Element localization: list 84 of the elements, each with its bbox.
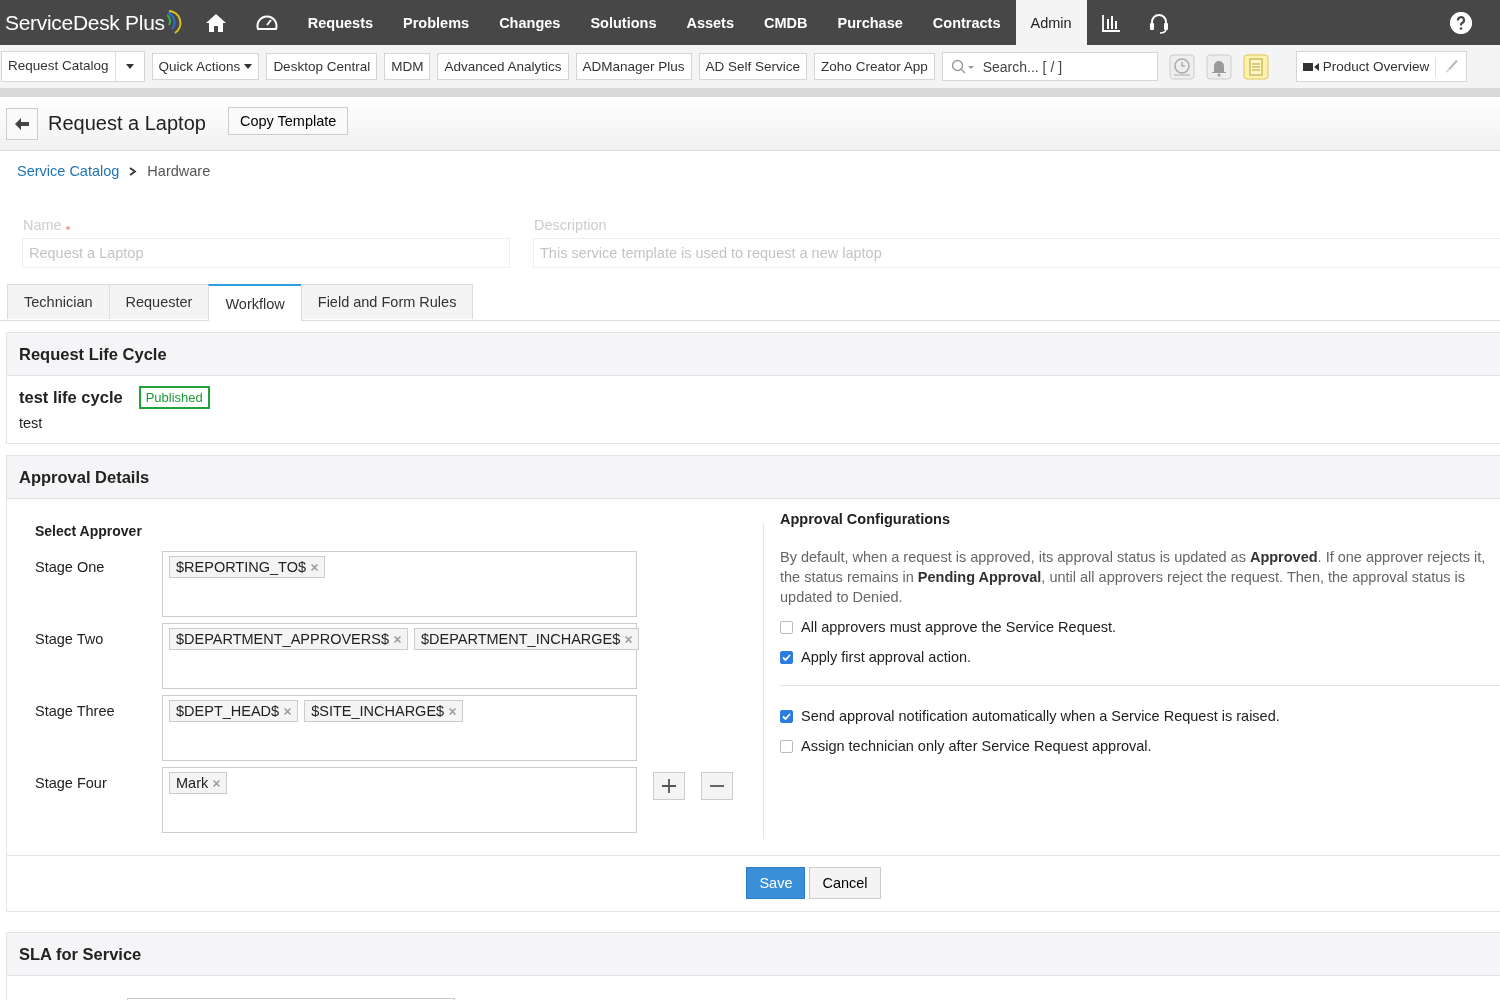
- nav-tab[interactable]: Purchase: [822, 0, 918, 45]
- help-icon[interactable]: [1450, 11, 1472, 34]
- video-camera-icon: [1302, 61, 1319, 72]
- search-box[interactable]: Search... [ / ]: [941, 52, 1158, 81]
- breadcrumb-current: Hardware: [147, 163, 211, 179]
- approver-tag: $SITE_INCHARGE$: [304, 700, 464, 722]
- toolbar-button[interactable]: Desktop Central: [266, 53, 378, 80]
- headset-icon[interactable]: [1148, 11, 1169, 34]
- back-button[interactable]: [6, 107, 38, 140]
- nav-tab[interactable]: Assets: [671, 0, 749, 45]
- life-cycle-description: test: [19, 415, 44, 431]
- caret-icon: [244, 64, 253, 69]
- page-title: Request a Laptop: [48, 112, 206, 135]
- nav-tab[interactable]: CMDB: [749, 0, 823, 45]
- tab[interactable]: Requester: [108, 284, 210, 319]
- copy-template-button[interactable]: Copy Template: [227, 106, 349, 135]
- toolbar-dropdown[interactable]: Quick Actions: [151, 53, 260, 80]
- remove-icon[interactable]: [284, 707, 292, 715]
- nav-tab[interactable]: Problems: [388, 0, 485, 45]
- nav-tab[interactable]: Admin: [1015, 0, 1087, 45]
- approver-tag: $DEPT_HEAD$: [169, 700, 299, 722]
- config-description: By default, when a request is approved, its approval status is updated as Approved. If one approver rejects it, the status remains in Pending Approval, until all approvers reject the request. Then, the approval status is updated to Denied.: [780, 548, 1487, 607]
- life-cycle-name: test life cycle: [19, 388, 123, 407]
- checkbox[interactable]: [780, 739, 793, 753]
- remove-stage-button[interactable]: [701, 772, 733, 800]
- cancel-button[interactable]: Cancel: [809, 867, 881, 899]
- tab[interactable]: Technician: [7, 284, 110, 319]
- approver-field[interactable]: $DEPT_HEAD$ $SITE_INCHARGE$: [162, 695, 637, 761]
- config-heading: Approval Configurations: [780, 511, 951, 527]
- nav-tab[interactable]: Changes: [484, 0, 576, 45]
- nav-tab[interactable]: Contracts: [917, 0, 1016, 45]
- approver-field[interactable]: $DEPARTMENT_APPROVERS$ $DEPARTMENT_INCHARGE$: [162, 623, 637, 689]
- search-field[interactable]: Search... [ / ]: [980, 57, 1135, 76]
- stage-label: Stage Three: [35, 702, 116, 719]
- remove-icon[interactable]: [311, 563, 318, 571]
- clock-icon[interactable]: [1168, 53, 1195, 80]
- status-badge: Published: [138, 386, 210, 409]
- stage-label: Stage Two: [35, 630, 105, 647]
- bar-chart-icon[interactable]: [1100, 12, 1121, 33]
- minus-icon: [710, 785, 724, 787]
- remove-icon[interactable]: [625, 635, 633, 643]
- toolbar-button[interactable]: MDM: [384, 53, 431, 80]
- required-mark-icon: [65, 226, 70, 230]
- remove-icon[interactable]: [213, 779, 221, 787]
- remove-icon[interactable]: [449, 707, 457, 715]
- chevron-icon: [129, 166, 138, 176]
- caret-icon: [125, 64, 134, 69]
- tab[interactable]: Field and Form Rules: [300, 284, 474, 319]
- tab[interactable]: Workflow: [208, 284, 302, 321]
- approver-field[interactable]: $REPORTING_TO$: [162, 551, 637, 617]
- section-heading: SLA for Service: [7, 933, 1500, 976]
- stage-label: Stage One: [35, 558, 106, 575]
- checkbox[interactable]: [780, 650, 793, 664]
- select-approver-label: Select Approver: [35, 523, 143, 539]
- app-logo[interactable]: ServiceDesk Plus: [5, 10, 165, 35]
- nav-tab[interactable]: Solutions: [575, 0, 672, 45]
- section-heading: Request Life Cycle: [7, 333, 1500, 376]
- nav-tab[interactable]: Requests: [292, 0, 389, 45]
- checkbox[interactable]: [780, 709, 793, 723]
- approver-tag: $REPORTING_TO$: [169, 556, 325, 578]
- option-label: Apply first approval action.: [801, 649, 972, 665]
- option-label: All approvers must approve the Service Request.: [801, 619, 1117, 635]
- remove-icon[interactable]: [394, 635, 401, 643]
- checkbox[interactable]: [780, 620, 793, 634]
- option-label: Assign technician only after Service Request approval.: [801, 738, 1152, 754]
- toolbar-button[interactable]: Zoho Creator App: [814, 53, 935, 80]
- stage-label: Stage Four: [35, 774, 108, 791]
- approver-field[interactable]: Mark: [162, 767, 637, 833]
- toolbar-button[interactable]: ADManager Plus: [575, 53, 692, 80]
- arrow-left-icon: [15, 117, 29, 130]
- plus-icon: [662, 779, 676, 793]
- bell-icon[interactable]: [1205, 53, 1232, 80]
- add-stage-button[interactable]: [653, 772, 685, 800]
- breadcrumb-link[interactable]: Service Catalog: [17, 163, 120, 179]
- toolbar-button[interactable]: AD Self Service: [698, 53, 808, 80]
- option-label: Send approval notification automatically when a Service Request is raised.: [801, 708, 1280, 724]
- search-icon: [950, 58, 975, 75]
- toolbar-button[interactable]: Advanced Analytics: [437, 53, 569, 80]
- section-heading: Approval Details: [7, 456, 1500, 499]
- approver-tag: $DEPARTMENT_INCHARGE$: [414, 628, 640, 650]
- approver-tag: Mark: [169, 772, 228, 794]
- clipboard-icon[interactable]: [1242, 53, 1269, 80]
- home-icon[interactable]: [204, 12, 227, 33]
- approver-tag: $DEPARTMENT_APPROVERS$: [169, 628, 408, 650]
